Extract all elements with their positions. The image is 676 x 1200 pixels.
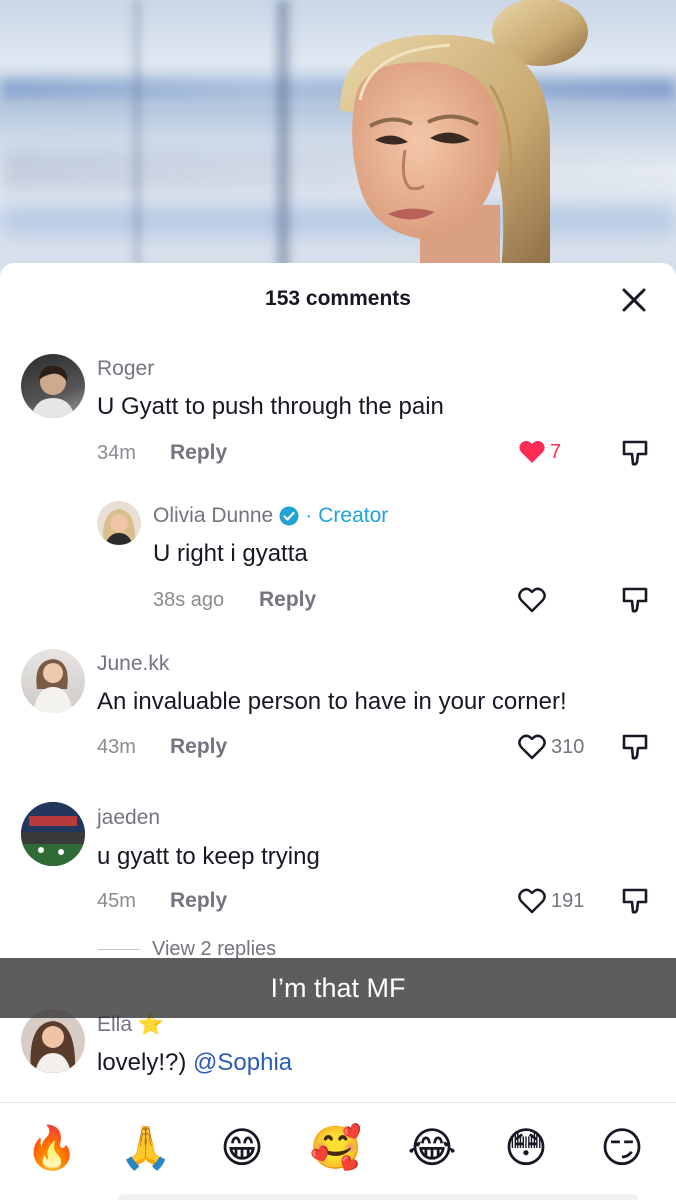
avatar-image: [33, 659, 73, 713]
username[interactable]: jaeden: [97, 806, 160, 830]
like-count: 7: [550, 440, 562, 463]
smirking-emoji[interactable]: 😏: [594, 1123, 650, 1173]
avatar[interactable]: [21, 802, 85, 866]
separator-dot: ·: [305, 504, 313, 527]
like-button[interactable]: 191: [517, 886, 584, 916]
flushed-emoji[interactable]: 😳: [498, 1123, 554, 1173]
comment-time: 34m: [97, 442, 136, 464]
close-icon[interactable]: [620, 286, 648, 314]
like-button[interactable]: 310: [517, 732, 584, 762]
avatar-image: [31, 365, 75, 418]
comment-text-row: lovely!?) @Sophia: [97, 1049, 292, 1077]
divider: [98, 949, 140, 951]
caption-overlay: I’m that MF: [0, 958, 676, 1018]
avatar-image: [102, 509, 136, 545]
reply-button[interactable]: Reply: [170, 735, 227, 759]
avatar-image: [30, 1021, 76, 1073]
dislike-icon[interactable]: [620, 438, 650, 468]
dislike-icon[interactable]: [620, 886, 650, 916]
dislike-icon[interactable]: [620, 585, 650, 615]
smiling-hearts-emoji[interactable]: 🥰: [308, 1123, 364, 1173]
avatar[interactable]: [21, 1009, 85, 1073]
comment-time: 38s ago: [153, 589, 225, 611]
comments-header: 153 comments: [0, 263, 676, 335]
comment-input[interactable]: [118, 1194, 638, 1200]
comments-sheet: 153 comments Roger U Gyatt to push throu…: [0, 263, 676, 1200]
avatar[interactable]: [21, 354, 85, 418]
grinning-emoji[interactable]: 😁: [214, 1123, 270, 1173]
fire-emoji[interactable]: 🔥: [24, 1123, 80, 1173]
comment-time: 45m: [97, 890, 136, 912]
username[interactable]: Roger: [97, 357, 154, 381]
reply-button[interactable]: Reply: [259, 588, 316, 612]
comment-time: 43m: [97, 736, 136, 758]
avatar[interactable]: [97, 501, 141, 545]
view-replies-label: View 2 replies: [152, 938, 277, 960]
heart-outline-icon: [518, 734, 546, 760]
like-count: 310: [551, 735, 585, 758]
creator-label: Creator: [318, 504, 389, 527]
heart-outline-icon: [518, 888, 546, 914]
video-person-image: [340, 0, 588, 275]
emoji-bar: 🔥 🙏 😁 🥰 😂 😳 😏: [0, 1102, 676, 1200]
mention-link[interactable]: @Sophia: [193, 1049, 292, 1076]
comment-text: U right i gyatta: [153, 540, 308, 567]
comment-text: lovely!?): [97, 1049, 187, 1076]
like-button[interactable]: 7: [518, 437, 561, 467]
heart-outline-icon[interactable]: [517, 585, 547, 615]
like-count: 191: [551, 889, 585, 912]
username[interactable]: June.kk: [97, 652, 169, 676]
praying-hands-emoji[interactable]: 🙏: [118, 1123, 174, 1173]
comment-text: U Gyatt to push through the pain: [97, 393, 444, 420]
username[interactable]: Olivia Dunne: [153, 504, 273, 528]
comment-text: u gyatt to keep trying: [97, 843, 320, 870]
dislike-icon[interactable]: [620, 732, 650, 762]
video-background: [0, 0, 676, 275]
heart-filled-icon: [519, 440, 545, 463]
reply-button[interactable]: Reply: [170, 441, 227, 465]
verified-check-icon: [279, 506, 299, 526]
tears-of-joy-emoji[interactable]: 😂: [404, 1123, 460, 1173]
avatar[interactable]: [21, 649, 85, 713]
username-row: Olivia Dunne · Creator: [153, 504, 388, 528]
comment-text: An invaluable person to have in your cor…: [97, 688, 567, 715]
reply-button[interactable]: Reply: [170, 889, 227, 913]
avatar-image: [21, 802, 85, 866]
comment-count: 153 comments: [265, 287, 411, 310]
